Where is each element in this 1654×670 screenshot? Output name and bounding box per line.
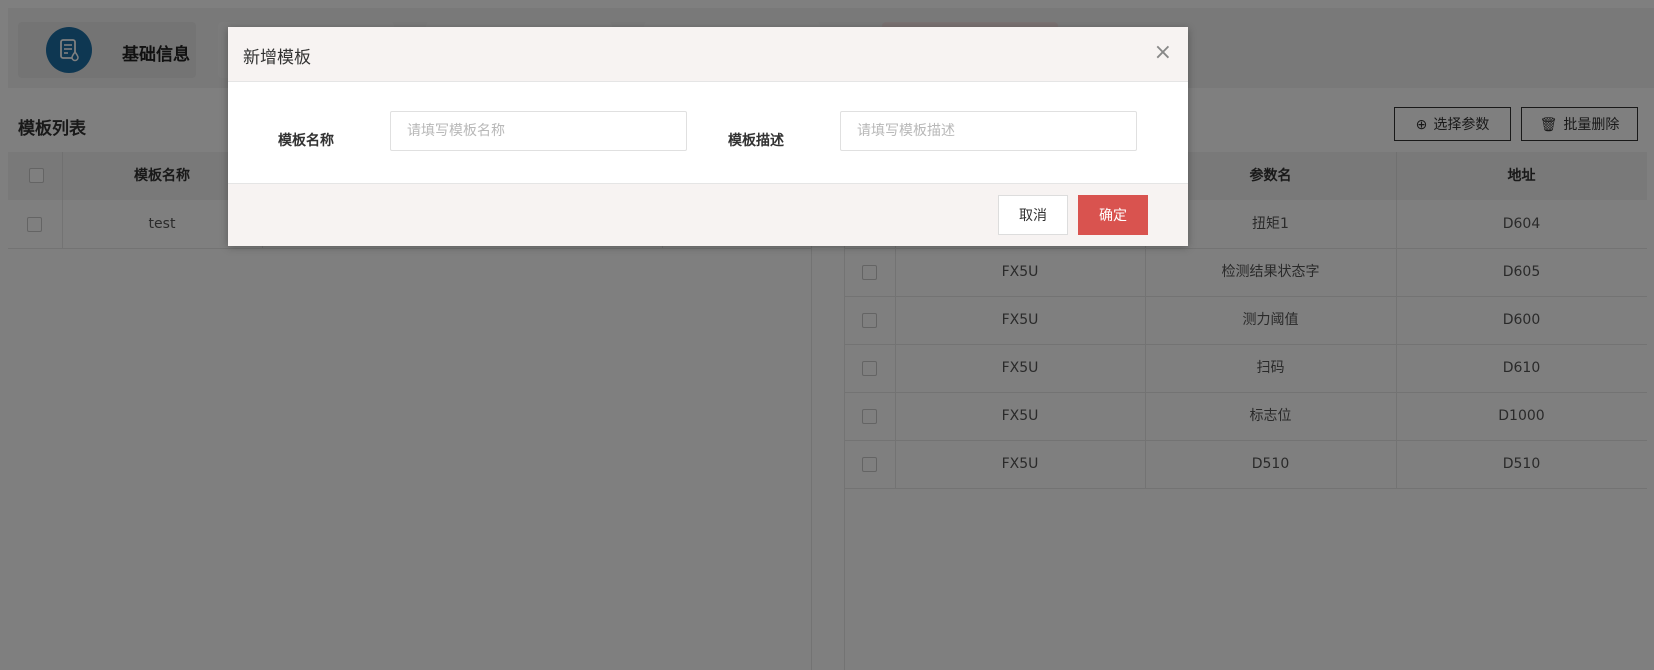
dialog-footer: 取消 确定 bbox=[228, 183, 1188, 246]
dialog-header: 新增模板 × bbox=[228, 27, 1188, 82]
template-name-input[interactable] bbox=[390, 111, 687, 151]
template-name-label: 模板名称 bbox=[278, 133, 334, 149]
cancel-button[interactable]: 取消 bbox=[998, 195, 1068, 235]
template-desc-input[interactable] bbox=[840, 111, 1137, 151]
add-template-dialog: 新增模板 × 模板名称 模板描述 取消 确定 bbox=[228, 27, 1188, 246]
close-icon[interactable]: × bbox=[1154, 41, 1172, 65]
dialog-title: 新增模板 bbox=[243, 48, 311, 68]
confirm-button[interactable]: 确定 bbox=[1078, 195, 1148, 235]
template-desc-label: 模板描述 bbox=[728, 133, 784, 149]
